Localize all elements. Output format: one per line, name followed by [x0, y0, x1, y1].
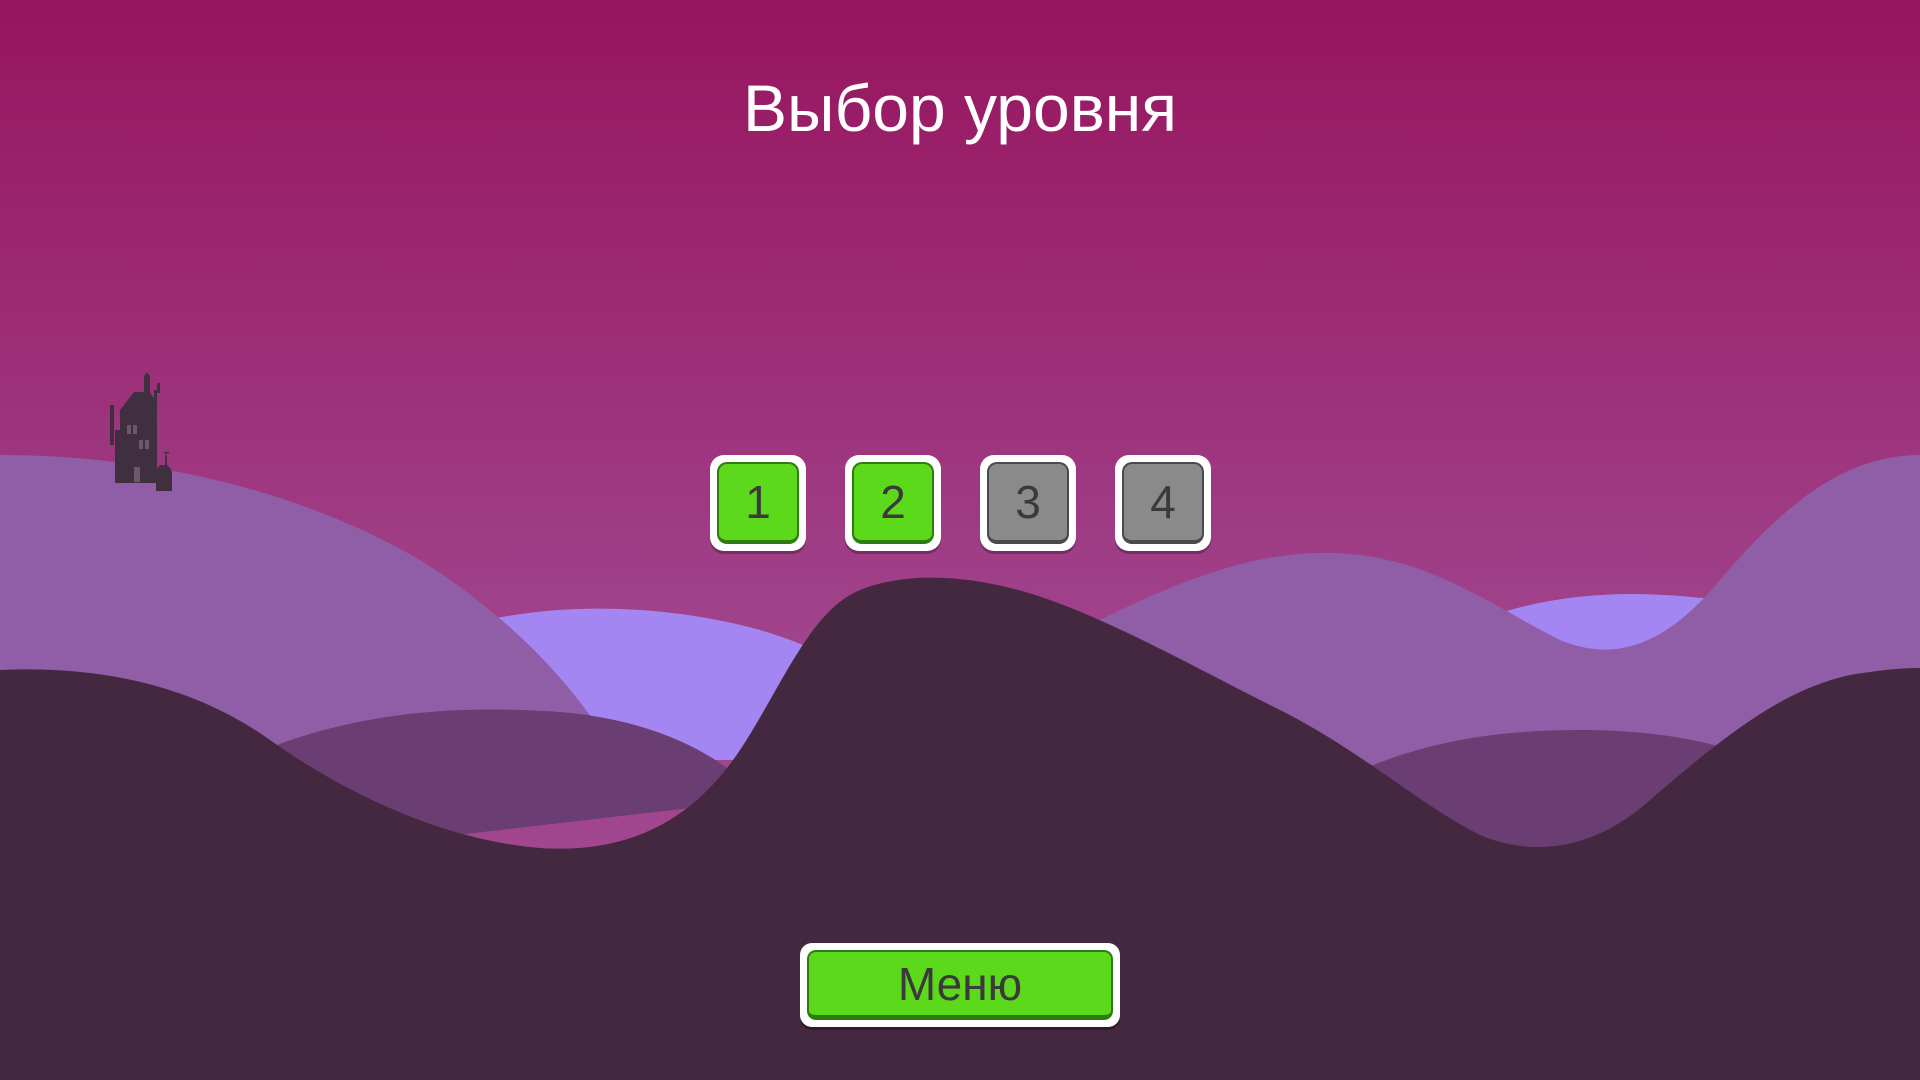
menu-button-label: Меню	[807, 950, 1113, 1020]
level-button-4[interactable]: 4	[1115, 455, 1211, 551]
level-label-2: 2	[852, 462, 934, 544]
level-label-3: 3	[987, 462, 1069, 544]
menu-button[interactable]: Меню	[800, 943, 1120, 1027]
level-label-4: 4	[1122, 462, 1204, 544]
level-button-3[interactable]: 3	[980, 455, 1076, 551]
level-grid: 1 2 3 4	[710, 455, 1211, 551]
level-button-1[interactable]: 1	[710, 455, 806, 551]
page-title: Выбор уровня	[743, 71, 1177, 145]
level-button-2[interactable]: 2	[845, 455, 941, 551]
level-label-1: 1	[717, 462, 799, 544]
